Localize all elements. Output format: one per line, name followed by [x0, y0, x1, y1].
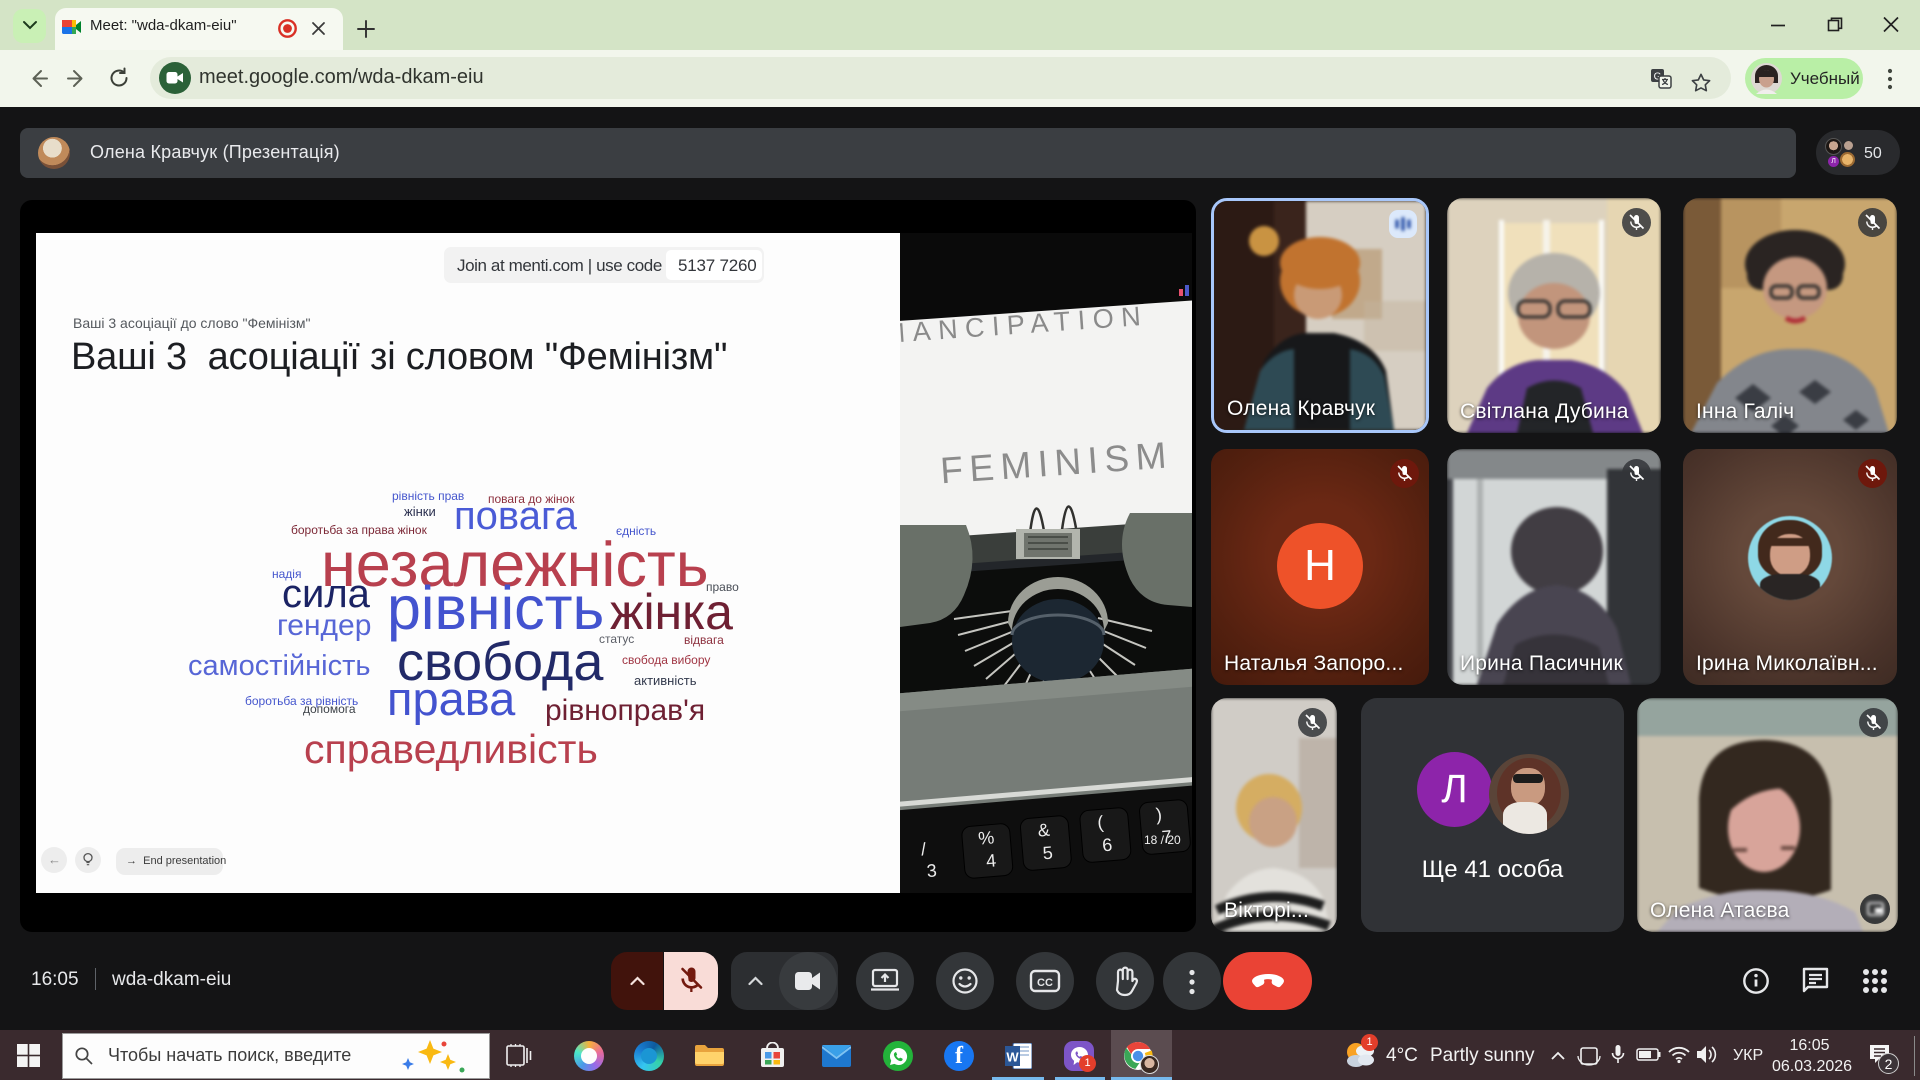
svg-text:CC: CC — [1037, 977, 1053, 989]
svg-text:18 / 20: 18 / 20 — [1144, 833, 1181, 847]
svg-text:W: W — [1006, 1050, 1019, 1065]
svg-text:&: & — [1037, 820, 1051, 841]
svg-text:3: 3 — [926, 860, 938, 881]
svg-text:5: 5 — [1042, 843, 1054, 864]
svg-text:4: 4 — [985, 850, 997, 871]
svg-text:%: % — [977, 827, 995, 848]
svg-text:6: 6 — [1101, 835, 1113, 856]
